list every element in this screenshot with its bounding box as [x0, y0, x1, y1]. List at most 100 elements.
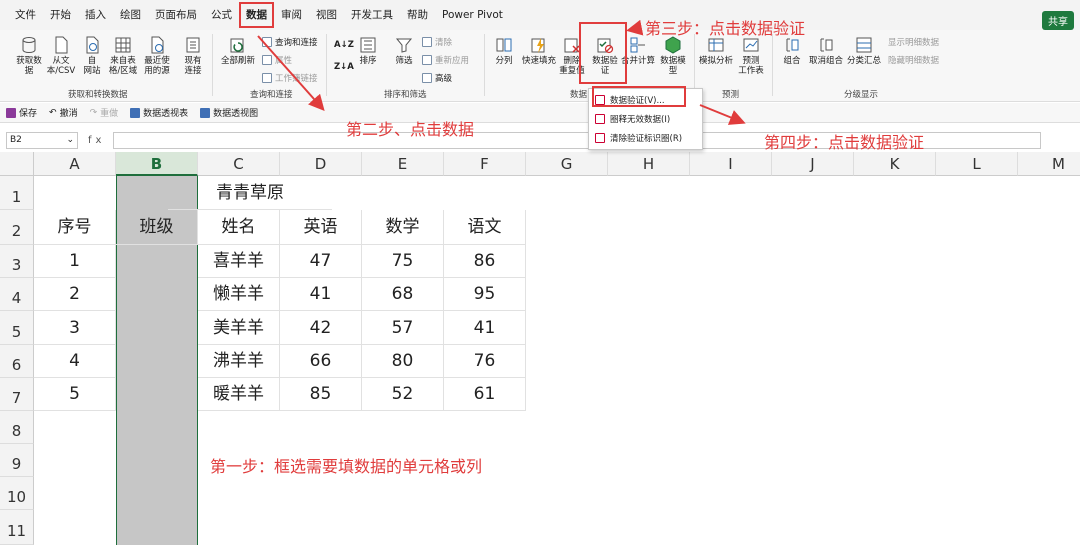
- header-cell[interactable]: 姓名: [198, 210, 280, 245]
- data-cell[interactable]: 95: [444, 278, 526, 311]
- data-cell[interactable]: 75: [362, 245, 444, 278]
- data-cell[interactable]: 80: [362, 345, 444, 378]
- clear-filter-button[interactable]: 清除: [422, 36, 452, 48]
- what-if-analysis-button[interactable]: 模拟分析: [698, 36, 734, 66]
- share-button[interactable]: 共享: [1042, 11, 1074, 30]
- from-web-button[interactable]: 自 网站: [78, 36, 106, 76]
- hide-detail-button[interactable]: 隐藏明细数据: [888, 54, 939, 66]
- show-detail-button[interactable]: 显示明细数据: [888, 36, 939, 48]
- column-header-k[interactable]: K: [854, 152, 936, 176]
- sort-descending-button[interactable]: Z↓A: [334, 62, 354, 72]
- select-all-corner[interactable]: [0, 152, 34, 176]
- from-table-range-button[interactable]: 来自表 格/区域: [106, 36, 140, 76]
- data-cell[interactable]: 57: [362, 311, 444, 345]
- column-header-j[interactable]: J: [772, 152, 854, 176]
- data-cell[interactable]: 47: [280, 245, 362, 278]
- column-header-e[interactable]: E: [362, 152, 444, 176]
- column-header-h[interactable]: H: [608, 152, 690, 176]
- column-header-f[interactable]: F: [444, 152, 526, 176]
- header-cell[interactable]: 语文: [444, 210, 526, 245]
- undo-button[interactable]: ↶ 撤消: [49, 106, 78, 120]
- data-cell[interactable]: 美羊羊: [198, 311, 280, 345]
- data-cell[interactable]: 暖羊羊: [198, 378, 280, 411]
- column-header-g[interactable]: G: [526, 152, 608, 176]
- tab-page-layout[interactable]: 页面布局: [148, 4, 204, 26]
- tab-help[interactable]: 帮助: [400, 4, 435, 26]
- tab-formulas[interactable]: 公式: [204, 4, 239, 26]
- sort-button[interactable]: 排序: [356, 36, 380, 66]
- row-header-11[interactable]: 11: [0, 510, 34, 545]
- workbook-links-button[interactable]: 工作簿链接: [262, 72, 318, 84]
- column-header-a[interactable]: A: [34, 152, 116, 176]
- header-cell[interactable]: 序号: [34, 210, 116, 245]
- data-cell[interactable]: 喜羊羊: [198, 245, 280, 278]
- group-rows-button[interactable]: 组合: [778, 36, 806, 66]
- header-cell[interactable]: 英语: [280, 210, 362, 245]
- tab-data[interactable]: 数据: [239, 2, 274, 28]
- subtotal-button[interactable]: 分类汇总: [846, 36, 882, 66]
- from-text-csv-button[interactable]: 从文 本/CSV: [44, 36, 78, 76]
- clear-validation-circles-menu-item[interactable]: 清除验证标识圈(R): [595, 132, 682, 144]
- data-cell[interactable]: 沸羊羊: [198, 345, 280, 378]
- pivot-chart-button[interactable]: 数据透视图: [200, 106, 258, 119]
- refresh-all-button[interactable]: 全部刷新: [218, 36, 258, 66]
- text-to-columns-button[interactable]: 分列: [490, 36, 518, 66]
- row-header-4[interactable]: 4: [0, 278, 34, 311]
- data-cell[interactable]: 61: [444, 378, 526, 411]
- function-icon[interactable]: fx: [88, 135, 105, 146]
- flash-fill-button[interactable]: 快速填充: [520, 36, 558, 66]
- sheet-title-cell[interactable]: 青青草原: [168, 176, 332, 210]
- forecast-sheet-button[interactable]: 预测 工作表: [736, 36, 766, 76]
- data-cell[interactable]: 42: [280, 311, 362, 345]
- data-cell[interactable]: 68: [362, 278, 444, 311]
- recent-sources-button[interactable]: 最近使 用的源: [140, 36, 174, 76]
- save-button[interactable]: 保存: [6, 106, 37, 119]
- header-cell[interactable]: 数学: [362, 210, 444, 245]
- data-cell[interactable]: 52: [362, 378, 444, 411]
- get-data-button[interactable]: 获取数 据: [12, 36, 46, 76]
- filter-button[interactable]: 筛选: [392, 36, 416, 66]
- data-cell[interactable]: 86: [444, 245, 526, 278]
- tab-view[interactable]: 视图: [309, 4, 344, 26]
- data-cell[interactable]: 4: [34, 345, 116, 378]
- tab-developer[interactable]: 开发工具: [344, 4, 400, 26]
- header-cell[interactable]: 班级: [116, 210, 198, 245]
- pivot-table-button[interactable]: 数据透视表: [130, 106, 188, 119]
- data-cell[interactable]: 2: [34, 278, 116, 311]
- sort-ascending-button[interactable]: A↓Z: [334, 40, 354, 50]
- column-header-l[interactable]: L: [936, 152, 1018, 176]
- column-header-b[interactable]: B: [116, 152, 198, 176]
- data-cell[interactable]: 41: [444, 311, 526, 345]
- tab-file[interactable]: 文件: [8, 4, 43, 26]
- data-cell[interactable]: 懒羊羊: [198, 278, 280, 311]
- reapply-button[interactable]: 重新应用: [422, 54, 469, 66]
- tab-draw[interactable]: 绘图: [113, 4, 148, 26]
- column-header-d[interactable]: D: [280, 152, 362, 176]
- advanced-filter-button[interactable]: 高级: [422, 72, 452, 84]
- tab-review[interactable]: 审阅: [274, 4, 309, 26]
- data-cell[interactable]: 1: [34, 245, 116, 278]
- redo-button[interactable]: ↷ 重做: [90, 106, 119, 120]
- data-cell[interactable]: 66: [280, 345, 362, 378]
- row-header-9[interactable]: 9: [0, 444, 34, 477]
- data-cell[interactable]: 76: [444, 345, 526, 378]
- row-header-1[interactable]: 1: [0, 176, 34, 210]
- ungroup-button[interactable]: 取消组合: [806, 36, 846, 66]
- circle-invalid-data-menu-item[interactable]: 圈释无效数据(I): [595, 113, 670, 125]
- row-header-10[interactable]: 10: [0, 477, 34, 510]
- row-header-8[interactable]: 8: [0, 411, 34, 444]
- data-cell[interactable]: 85: [280, 378, 362, 411]
- data-model-button[interactable]: 数据模 型: [656, 36, 690, 76]
- properties-button[interactable]: 属性: [262, 54, 292, 66]
- data-cell[interactable]: 41: [280, 278, 362, 311]
- row-header-2[interactable]: 2: [0, 210, 34, 245]
- row-header-7[interactable]: 7: [0, 378, 34, 411]
- row-header-6[interactable]: 6: [0, 345, 34, 378]
- data-cell[interactable]: 5: [34, 378, 116, 411]
- tab-insert[interactable]: 插入: [78, 4, 113, 26]
- tab-home[interactable]: 开始: [43, 4, 78, 26]
- column-header-i[interactable]: I: [690, 152, 772, 176]
- row-header-3[interactable]: 3: [0, 245, 34, 278]
- column-header-m[interactable]: M: [1018, 152, 1080, 176]
- tab-power-pivot[interactable]: Power Pivot: [435, 4, 510, 26]
